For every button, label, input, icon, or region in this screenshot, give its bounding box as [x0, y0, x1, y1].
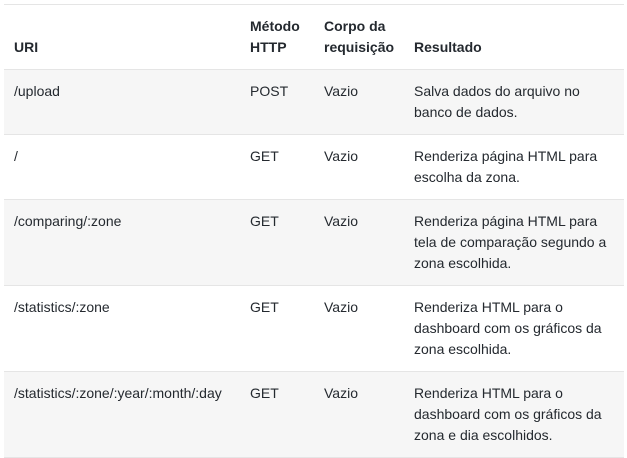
cell-body: Vazio [314, 134, 405, 200]
cell-method: GET [240, 199, 314, 286]
cell-method: POST [240, 69, 314, 135]
cell-result: Renderiza página HTML para tela de compa… [404, 199, 624, 286]
cell-body: Vazio [314, 285, 405, 372]
header-method: Método HTTP [240, 4, 314, 70]
cell-result: Renderiza página HTML para escolha da zo… [404, 134, 624, 200]
api-endpoints-table: URI Método HTTP Corpo da requisição Resu… [4, 4, 624, 458]
cell-uri: /comparing/:zone [4, 199, 240, 286]
cell-method: GET [240, 285, 314, 372]
header-row: URI Método HTTP Corpo da requisição Resu… [4, 4, 624, 70]
table-header: URI Método HTTP Corpo da requisição Resu… [4, 4, 624, 70]
table-body: /upload POST Vazio Salva dados do arquiv… [4, 69, 624, 458]
cell-result: Salva dados do arquivo no banco de dados… [404, 69, 624, 135]
cell-body: Vazio [314, 69, 405, 135]
cell-uri: / [4, 134, 240, 200]
table-row: /statistics/:zone GET Vazio Renderiza HT… [4, 285, 624, 372]
cell-uri: /statistics/:zone/:year/:month/:day [4, 371, 240, 458]
cell-result: Renderiza HTML para o dashboard com os g… [404, 285, 624, 372]
cell-body: Vazio [314, 199, 405, 286]
header-body: Corpo da requisição [314, 4, 405, 70]
table-row: /statistics/:zone/:year/:month/:day GET … [4, 371, 624, 458]
table-row: /comparing/:zone GET Vazio Renderiza pág… [4, 199, 624, 286]
cell-method: GET [240, 134, 314, 200]
table-row: / GET Vazio Renderiza página HTML para e… [4, 134, 624, 200]
cell-method: GET [240, 371, 314, 458]
cell-body: Vazio [314, 371, 405, 458]
cell-uri: /statistics/:zone [4, 285, 240, 372]
cell-result: Renderiza HTML para o dashboard com os g… [404, 371, 624, 458]
table-row: /upload POST Vazio Salva dados do arquiv… [4, 69, 624, 135]
cell-uri: /upload [4, 69, 240, 135]
header-uri: URI [4, 4, 240, 70]
header-result: Resultado [404, 4, 624, 70]
